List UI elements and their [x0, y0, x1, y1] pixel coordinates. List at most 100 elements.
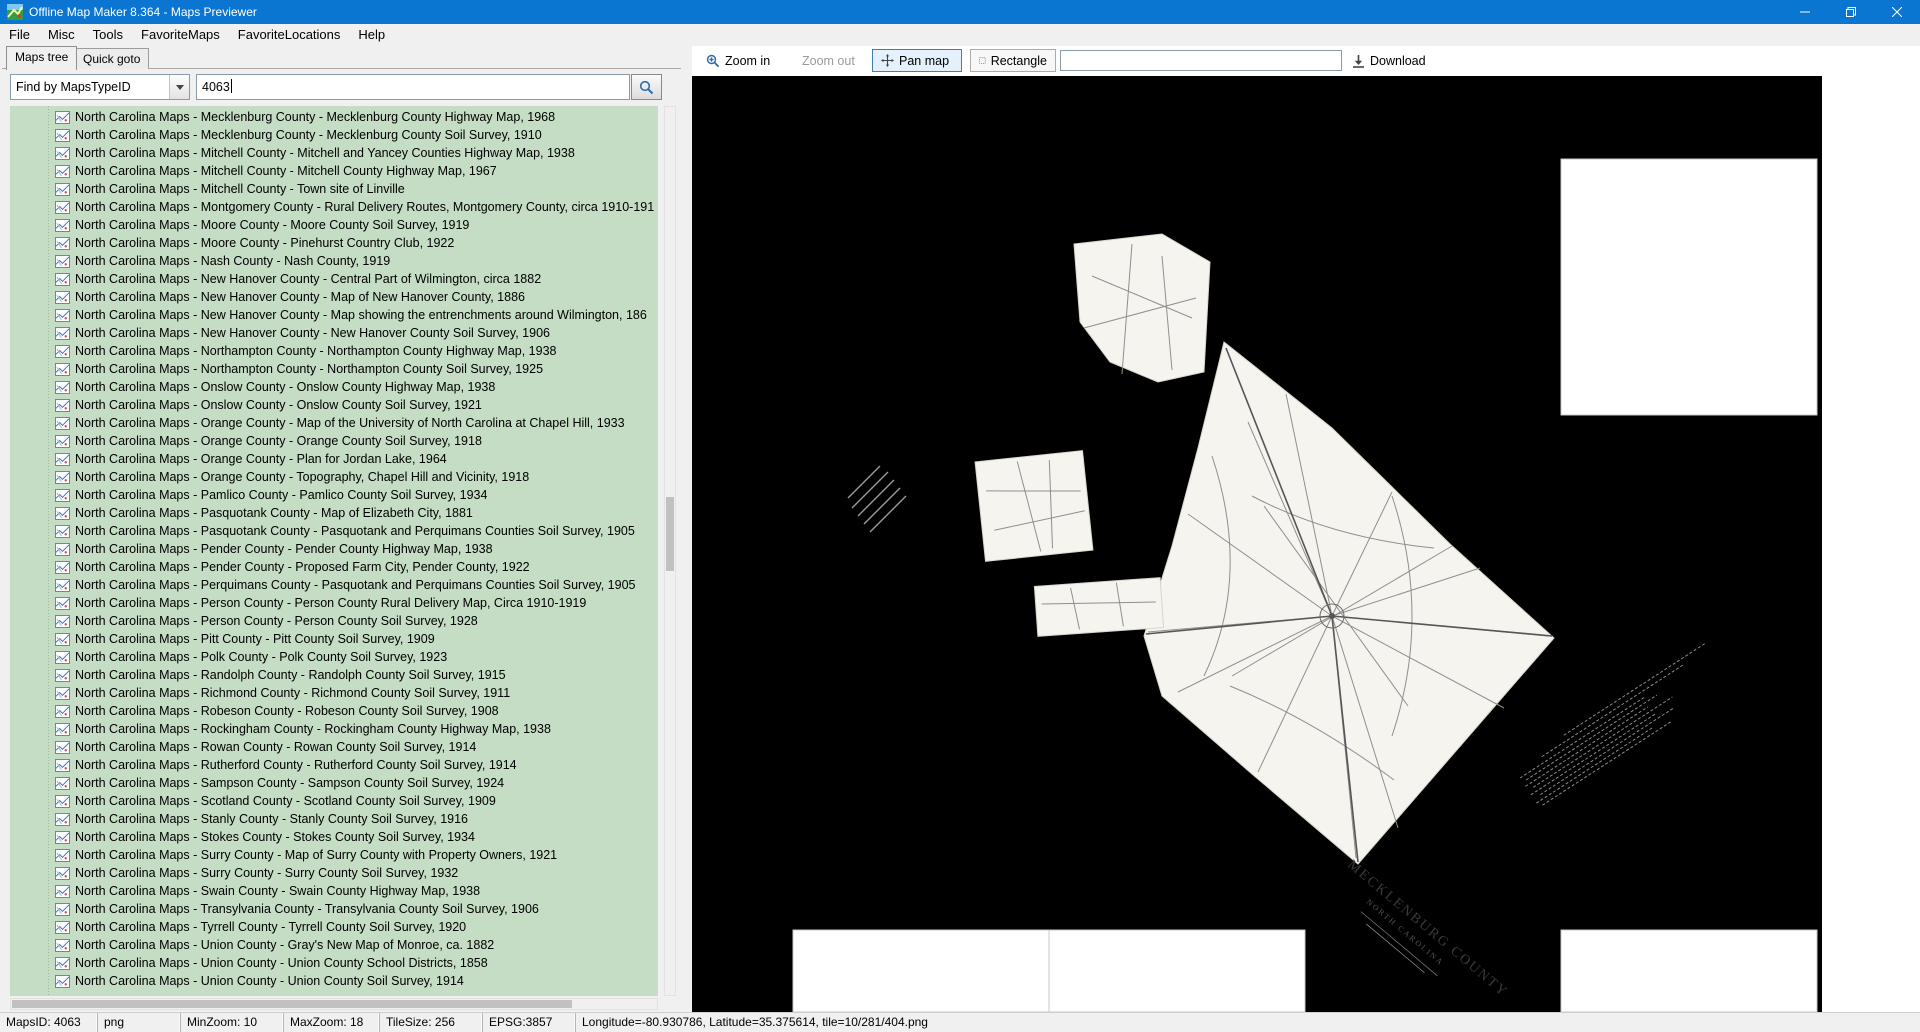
tree-item[interactable]: North Carolina Maps - Orange County - Pl… — [10, 450, 658, 468]
minimize-button[interactable] — [1782, 0, 1828, 24]
tree-item[interactable]: North Carolina Maps - Orange County - Or… — [10, 432, 658, 450]
tree-item[interactable]: North Carolina Maps - Orange County - To… — [10, 468, 658, 486]
menu-favoritemaps[interactable]: FavoriteMaps — [132, 24, 229, 46]
tree-vertical-scrollbar[interactable] — [664, 106, 676, 996]
tree-item[interactable]: North Carolina Maps - Montgomery County … — [10, 198, 658, 216]
zoom-in-button[interactable]: Zoom in — [706, 46, 770, 76]
map-viewport[interactable]: MECKLENBURG COUNTY NORTH CAROLINA — [692, 76, 1920, 1012]
map-blank-strip — [1822, 76, 1920, 1012]
search-input[interactable]: 4063 — [196, 74, 630, 100]
map-item-icon — [55, 921, 70, 934]
menu-file[interactable]: File — [0, 24, 39, 46]
tree-item[interactable]: North Carolina Maps - Moore County - Moo… — [10, 216, 658, 234]
tree-item[interactable]: North Carolina Maps - Person County - Pe… — [10, 594, 658, 612]
map-item-icon — [55, 813, 70, 826]
tree-item[interactable]: North Carolina Maps - Onslow County - On… — [10, 396, 658, 414]
search-icon — [639, 80, 654, 95]
tree-item-label: North Carolina Maps - Mecklenburg County… — [75, 128, 542, 142]
tree-item[interactable]: North Carolina Maps - Polk County - Polk… — [10, 648, 658, 666]
search-input-value: 4063 — [202, 80, 230, 94]
tree-item[interactable]: North Carolina Maps - Onslow County - On… — [10, 378, 658, 396]
panel-splitter[interactable] — [681, 46, 692, 1012]
status-coordinates: Longitude=-80.930786, Latitude=35.375614… — [576, 1013, 1920, 1032]
menu-tools[interactable]: Tools — [84, 24, 132, 46]
map-item-icon — [55, 435, 70, 448]
tree-item[interactable]: North Carolina Maps - Pamlico County - P… — [10, 486, 658, 504]
tree-item[interactable]: North Carolina Maps - Swain County - Swa… — [10, 882, 658, 900]
tree-item[interactable]: North Carolina Maps - Pitt County - Pitt… — [10, 630, 658, 648]
pan-map-button[interactable]: Pan map — [872, 49, 962, 72]
tree-item[interactable]: North Carolina Maps - Moore County - Pin… — [10, 234, 658, 252]
tree-item[interactable]: North Carolina Maps - Northampton County… — [10, 360, 658, 378]
tree-item[interactable]: North Carolina Maps - Mitchell County - … — [10, 180, 658, 198]
map-item-icon — [55, 453, 70, 466]
tree-item[interactable]: North Carolina Maps - Randolph County - … — [10, 666, 658, 684]
tree-horizontal-scrollbar[interactable] — [10, 998, 658, 1010]
tree-item[interactable]: North Carolina Maps - New Hanover County… — [10, 288, 658, 306]
tree-item[interactable]: North Carolina Maps - Nash County - Nash… — [10, 252, 658, 270]
tree-item[interactable]: North Carolina Maps - New Hanover County… — [10, 324, 658, 342]
maps-tree[interactable]: North Carolina Maps - Mecklenburg County… — [10, 106, 658, 996]
tree-item[interactable]: North Carolina Maps - Robeson County - R… — [10, 702, 658, 720]
tab-maps-tree[interactable]: Maps tree — [6, 46, 77, 70]
tree-item[interactable]: North Carolina Maps - Person County - Pe… — [10, 612, 658, 630]
download-label: Download — [1370, 54, 1426, 68]
tree-item[interactable]: North Carolina Maps - Transylvania Count… — [10, 900, 658, 918]
tree-item[interactable]: North Carolina Maps - Mecklenburg County… — [10, 126, 658, 144]
tree-item[interactable]: North Carolina Maps - New Hanover County… — [10, 306, 658, 324]
tree-item-label: North Carolina Maps - Tyrrell County - T… — [75, 920, 466, 934]
tree-item[interactable]: North Carolina Maps - Rutherford County … — [10, 756, 658, 774]
menu-favoritelocations[interactable]: FavoriteLocations — [229, 24, 350, 46]
map-item-icon — [55, 237, 70, 250]
tree-item[interactable]: North Carolina Maps - Orange County - Ma… — [10, 414, 658, 432]
tree-item-label: North Carolina Maps - Pitt County - Pitt… — [75, 632, 435, 646]
tree-item[interactable]: North Carolina Maps - Rockingham County … — [10, 720, 658, 738]
rectangle-button[interactable]: Rectangle — [970, 49, 1056, 72]
tree-item[interactable]: North Carolina Maps - Surry County - Sur… — [10, 864, 658, 882]
search-button[interactable] — [631, 74, 662, 100]
tree-item[interactable]: North Carolina Maps - Sampson County - S… — [10, 774, 658, 792]
map-toolbar: Zoom in Zoom out Pan map Rectangle — [692, 46, 1920, 76]
dropdown-button[interactable] — [169, 75, 189, 99]
tab-quick-goto[interactable]: Quick goto — [74, 48, 149, 69]
map-item-icon — [55, 201, 70, 214]
tree-item-label: North Carolina Maps - Mecklenburg County… — [75, 110, 555, 124]
horizontal-scroll-thumb[interactable] — [12, 1000, 572, 1008]
tree-item[interactable]: North Carolina Maps - Scotland County - … — [10, 792, 658, 810]
map-item-icon — [55, 291, 70, 304]
download-button[interactable]: Download — [1352, 46, 1426, 76]
tree-item[interactable]: North Carolina Maps - Union County - Gra… — [10, 936, 658, 954]
menu-help[interactable]: Help — [349, 24, 394, 46]
tree-item[interactable]: North Carolina Maps - Perquimans County … — [10, 576, 658, 594]
menu-misc[interactable]: Misc — [39, 24, 84, 46]
vertical-scroll-thumb[interactable] — [666, 497, 674, 571]
tree-item[interactable]: North Carolina Maps - Pender County - Pr… — [10, 558, 658, 576]
close-button[interactable] — [1874, 0, 1920, 24]
tree-item[interactable]: North Carolina Maps - Richmond County - … — [10, 684, 658, 702]
tree-item[interactable]: North Carolina Maps - Mitchell County - … — [10, 144, 658, 162]
tree-item[interactable]: North Carolina Maps - Stanly County - St… — [10, 810, 658, 828]
tree-item-label: North Carolina Maps - Surry County - Sur… — [75, 866, 458, 880]
map-item-icon — [55, 543, 70, 556]
find-mode-dropdown[interactable]: Find by MapsTypeID — [10, 74, 190, 100]
tree-item[interactable]: North Carolina Maps - Rowan County - Row… — [10, 738, 658, 756]
download-name-input[interactable] — [1060, 50, 1342, 71]
tree-item-label: North Carolina Maps - Mitchell County - … — [75, 182, 405, 196]
zoom-in-icon — [706, 54, 720, 68]
tree-item[interactable]: North Carolina Maps - Pender County - Pe… — [10, 540, 658, 558]
tree-item[interactable]: North Carolina Maps - Mitchell County - … — [10, 162, 658, 180]
tree-item[interactable]: North Carolina Maps - Stokes County - St… — [10, 828, 658, 846]
tree-item[interactable]: North Carolina Maps - Pasquotank County … — [10, 522, 658, 540]
tile-placeholder — [1561, 930, 1817, 1012]
tree-item[interactable]: North Carolina Maps - Tyrrell County - T… — [10, 918, 658, 936]
tree-item[interactable]: North Carolina Maps - Pasquotank County … — [10, 504, 658, 522]
map-item-icon — [55, 615, 70, 628]
tree-item[interactable]: North Carolina Maps - New Hanover County… — [10, 270, 658, 288]
maximize-button[interactable] — [1828, 0, 1874, 24]
tree-item[interactable]: North Carolina Maps - Mecklenburg County… — [10, 108, 658, 126]
tree-item[interactable]: North Carolina Maps - Union County - Uni… — [10, 972, 658, 990]
tree-item[interactable]: North Carolina Maps - Northampton County… — [10, 342, 658, 360]
tree-item[interactable]: North Carolina Maps - Union County - Uni… — [10, 954, 658, 972]
tile-placeholder — [1561, 159, 1817, 415]
tree-item[interactable]: North Carolina Maps - Surry County - Map… — [10, 846, 658, 864]
